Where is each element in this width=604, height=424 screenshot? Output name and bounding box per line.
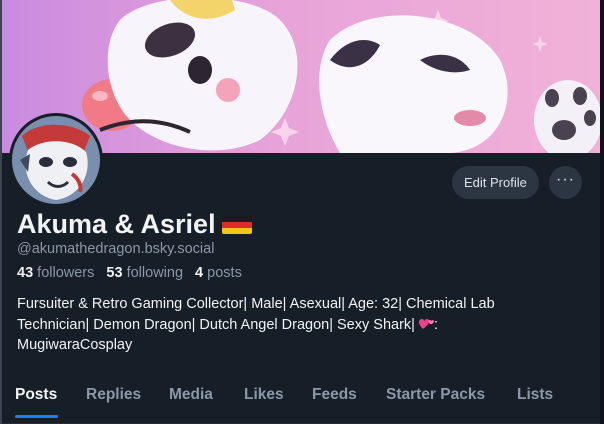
bio-line: Technician| Demon Dragon| Dutch Angel Dr… <box>17 315 587 336</box>
followers-label: followers <box>37 265 95 281</box>
edit-profile-button[interactable]: Edit Profile <box>452 166 539 199</box>
posts-count: 4 <box>195 265 204 281</box>
profile-stats: 43 followers 53 following 4 posts <box>17 265 242 281</box>
following-link[interactable]: 53 following <box>106 265 183 281</box>
bio-text: : <box>433 316 438 333</box>
posts-stat: 4 posts <box>195 265 242 281</box>
tab-likes[interactable]: Likes <box>244 381 284 424</box>
bio-text: Technician| Demon Dragon| Dutch Angel Dr… <box>17 316 419 333</box>
bio-line: MugiwaraCosplay <box>17 337 133 353</box>
followers-link[interactable]: 43 followers <box>17 265 94 281</box>
profile-tabs: Posts Replies Media Likes Feeds Starter … <box>0 381 604 424</box>
profile-handle: @akumathedragon.bsky.social <box>17 241 215 257</box>
german-flag-icon <box>221 215 252 234</box>
avatar[interactable] <box>9 113 103 207</box>
display-name: Akuma & Asriel <box>17 209 252 240</box>
bio-line: Fursuiter & Retro Gaming Collector| Male… <box>17 296 495 312</box>
active-tab-indicator <box>15 415 58 418</box>
tab-lists[interactable]: Lists <box>517 381 553 424</box>
display-name-text: Akuma & Asriel <box>17 209 216 239</box>
followers-count: 43 <box>17 265 34 281</box>
tab-media[interactable]: Media <box>169 381 213 424</box>
posts-label: posts <box>207 265 242 281</box>
tab-feeds[interactable]: Feeds <box>312 381 357 424</box>
profile-header: Edit Profile ··· Akuma & Asriel @akumath… <box>0 153 604 424</box>
two-hearts-icon <box>418 318 434 329</box>
profile-bio: Fursuiter & Retro Gaming Collector| Male… <box>17 294 587 356</box>
tab-replies[interactable]: Replies <box>86 381 141 424</box>
ellipsis-icon: ··· <box>556 170 575 188</box>
avatar-image <box>12 116 100 204</box>
window-edge <box>0 0 2 424</box>
scrollbar-edge <box>600 0 604 424</box>
following-label: following <box>126 265 184 281</box>
more-options-button[interactable]: ··· <box>549 166 582 199</box>
following-count: 53 <box>106 265 123 281</box>
tab-starter-packs[interactable]: Starter Packs <box>386 381 485 424</box>
